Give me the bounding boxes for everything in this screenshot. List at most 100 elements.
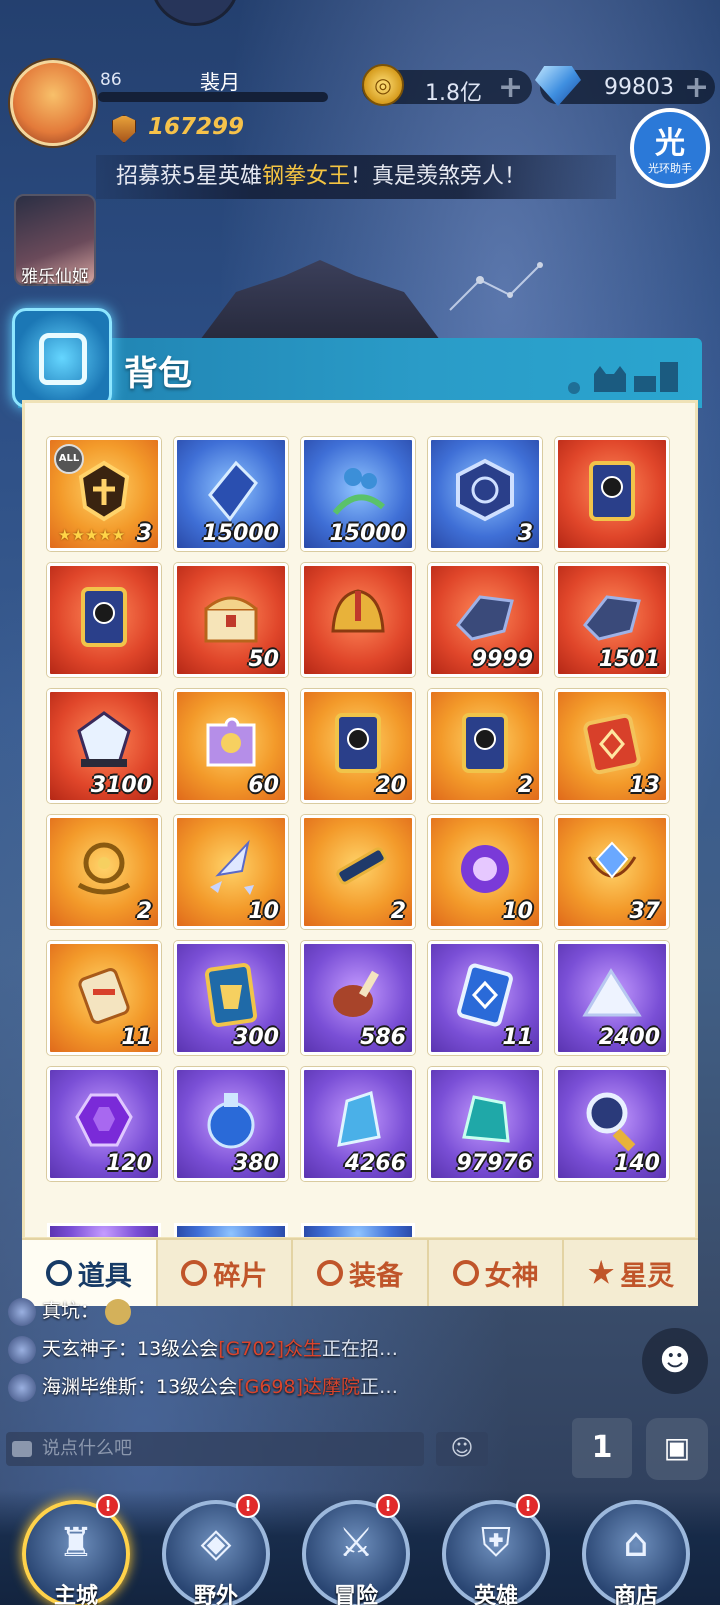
item-count: 97976 [456,1151,533,1176]
chat-line[interactable]: 海渊毕维斯：13级公会[G698]达摩院正… [8,1372,398,1402]
item-slot[interactable]: 380 [174,1067,288,1181]
item-slot[interactable] [47,563,161,677]
item-count: 3 [517,521,533,546]
knight-helmet-icon: ⛨ [481,1520,511,1566]
item-slot[interactable]: 20 [301,689,415,803]
item-slot[interactable]: 37 [555,815,669,929]
item-grid: ALL ★★★★★ 3 15000 15000 3 50 9999 1501 3100 60 20 2 1… [47,437,669,1181]
tab-fragment[interactable]: 碎片 [158,1240,294,1306]
dark-crystal-icon [455,595,514,641]
item-count: 380 [233,1151,279,1176]
item-slot[interactable]: 140 [555,1067,669,1181]
tab-star-spirit[interactable]: 星灵 [564,1240,698,1306]
notification-badge: ! [236,1494,260,1518]
potion-icon [207,1092,255,1149]
item-slot[interactable]: 2 [47,815,161,929]
goddess-icon [452,1260,479,1286]
backpack-header: 背包 [18,338,702,408]
player-name: 裴月 [200,70,240,94]
tab-label: 道具 [77,1260,132,1292]
item-slot[interactable] [555,437,669,551]
blue-card-icon [457,963,513,1027]
star-rating: ★★★★★ [58,526,126,544]
purple-gem-icon [75,1093,133,1147]
item-count: 10 [502,899,533,924]
item-count: 3100 [90,773,152,798]
scroll-icon [78,967,130,1024]
chat-line[interactable]: 真坑： [8,1296,132,1326]
red-card-icon [583,713,641,774]
equipment-icon [316,1260,343,1286]
castle-icon: ♜ [58,1520,94,1566]
item-slot[interactable] [301,563,415,677]
item-slot[interactable]: 15000 [301,437,415,551]
item-count: 9999 [471,647,533,672]
item-slot[interactable]: 10 [428,815,542,929]
add-gold-button[interactable]: + [498,70,523,105]
gem-pendant-icon [587,841,637,879]
halo-assistant-button[interactable]: 光 光环助手 [630,108,710,188]
item-slot[interactable]: 4266 [301,1067,415,1181]
cat-decoration-icon [568,362,678,394]
item-slot[interactable]: 2400 [555,941,669,1055]
chat-avatar [8,1297,36,1326]
item-slot[interactable]: 2 [428,689,542,803]
item-slot[interactable]: 3100 [47,689,161,803]
item-slot[interactable]: 300 [174,941,288,1055]
item-slot[interactable]: 120 [47,1067,161,1181]
star-spirit-icon [588,1260,614,1284]
ranking-button[interactable]: 1 [572,1418,632,1478]
ticker-suffix: ！真是羡煞旁人！ [350,164,527,189]
item-slot[interactable]: 13 [555,689,669,803]
crystal-fragments-icon [210,839,254,895]
item-count: 4266 [344,1151,406,1176]
emoji-sticker-icon [105,1298,132,1325]
item-slot[interactable]: 11 [47,941,161,1055]
ticker-prefix: 招募获5星英雄 [116,164,262,189]
chat-line[interactable]: 天玄神子：13级公会[G702]众生正在招… [8,1334,398,1364]
friends-button[interactable]: ☻ [642,1328,708,1394]
golden-helmet-icon [331,589,385,633]
chat-sender: 海渊毕维斯：13级公会 [42,1376,238,1398]
item-slot[interactable]: 9999 [428,563,542,677]
item-slot[interactable]: 50 [174,563,288,677]
item-count: 120 [106,1151,152,1176]
item-slot[interactable]: 97976 [428,1067,542,1181]
nav-label: 野外 [193,1584,238,1605]
item-slot[interactable]: ALL ★★★★★ 3 [47,437,161,551]
constellation-decoration [449,262,543,311]
item-slot[interactable]: 2 [301,815,415,929]
chat-guild: [G702]众生 [218,1338,323,1360]
tab-goddess[interactable]: 女神 [429,1240,565,1306]
item-count: 2 [390,899,406,924]
chat-input[interactable]: 说点什么吧 [6,1432,424,1466]
item-count: 586 [360,1025,406,1050]
halo-assistant-label: 光环助手 [648,162,692,175]
item-slot[interactable]: 586 [301,941,415,1055]
tab-label: 女神 [484,1260,539,1292]
item-slot[interactable]: 10 [174,815,288,929]
chat-avatar [8,1335,36,1364]
item-count: 300 [233,1025,279,1050]
tab-equipment[interactable]: 装备 [293,1240,429,1306]
item-count: 37 [629,899,660,924]
dark-crystal-icon [582,595,641,641]
item-slot[interactable]: 11 [428,941,542,1055]
nav-label: 主城 [53,1584,98,1605]
treasure-chest-icon [204,596,258,643]
item-slot[interactable]: 15000 [174,437,288,551]
notification-badge: ! [516,1494,540,1518]
rune-hexagon-icon [456,458,514,521]
player-avatar[interactable] [10,60,96,146]
item-slot[interactable]: 1501 [555,563,669,677]
props-icon [45,1260,72,1286]
add-diamond-button[interactable]: + [684,70,709,105]
item-count: 11 [121,1025,152,1050]
emoji-button[interactable]: ☺ [436,1432,488,1466]
ice-crystal-icon [337,1090,381,1147]
item-slot[interactable]: 3 [428,437,542,551]
item-slot[interactable]: 60 [174,689,288,803]
backpack-title: 背包 [124,354,192,394]
backpack-button[interactable]: ▣ [646,1418,708,1480]
diamond-amount: 99803 [604,75,674,100]
